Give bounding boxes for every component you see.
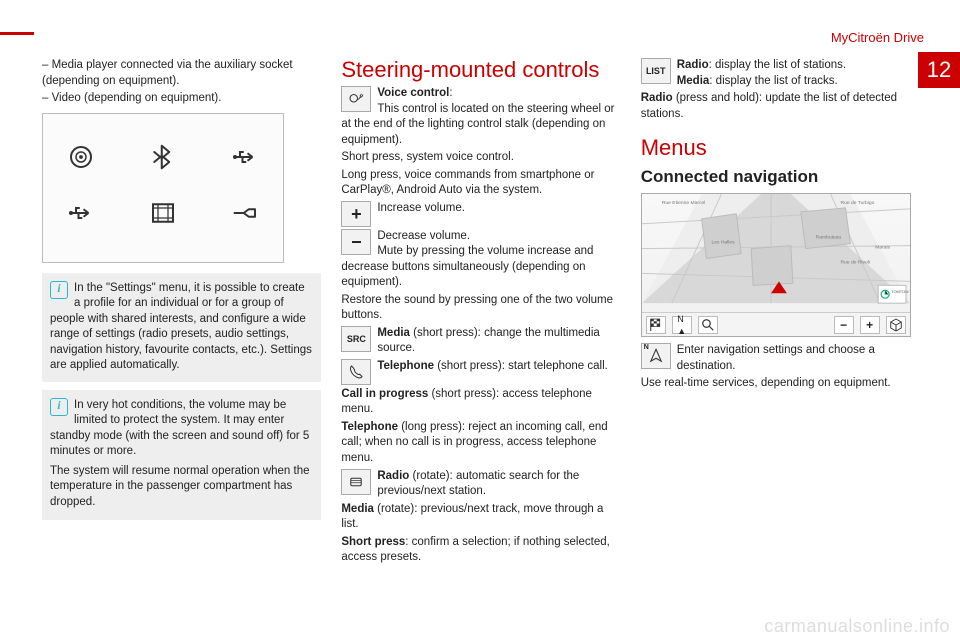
phone-line: Telephone (short press): start telephone…: [341, 359, 620, 385]
usb-icon: [225, 142, 265, 178]
vol-down-line: − Decrease volume. Mute by pressing the …: [341, 229, 620, 291]
bullet-item: – Media player connected via the auxilia…: [42, 58, 321, 89]
svg-text:TOMTOM TRAFFIC: TOMTOM TRAFFIC: [891, 289, 910, 294]
svg-text:Rue de Rivoli: Rue de Rivoli: [840, 260, 869, 266]
dial-icon: [341, 469, 371, 495]
radio-label: Radio: [377, 470, 409, 482]
svg-text:Marais: Marais: [875, 245, 890, 251]
call-label: Call in progress: [341, 388, 428, 400]
media2-text: (rotate): previous/next track, move thro…: [341, 503, 603, 531]
view-3d-icon[interactable]: [886, 316, 906, 334]
tel2-label: Telephone: [341, 421, 398, 433]
nav-right-group: − +: [834, 316, 906, 334]
plus-icon: +: [341, 201, 371, 227]
media-sources-panel: [42, 113, 284, 263]
nav-footer-text: Use real-time services, depending on equ…: [641, 376, 934, 392]
columns: – Media player connected via the auxilia…: [42, 58, 934, 568]
info-box-settings: i In the "Settings" menu, it is possible…: [42, 273, 321, 382]
disc-icon: [61, 142, 101, 178]
voice-body: Short press, system voice control.: [341, 150, 620, 166]
phone-icon: [341, 359, 371, 385]
panel-row: [61, 198, 265, 234]
list-radio-label: Radio: [677, 59, 709, 71]
tel-text: (short press): start telephone call.: [434, 360, 608, 372]
info-text: The system will resume normal operation …: [50, 464, 313, 511]
mute-text: Mute by pressing the volume increase and…: [341, 245, 593, 288]
page: MyCitroën Drive 12 – Media player connec…: [0, 0, 960, 640]
info-icon: i: [50, 281, 68, 299]
nav-settings-text: Enter navigation settings and choose a d…: [677, 344, 875, 372]
accent-bar: [0, 32, 34, 35]
media-label: Media: [377, 327, 410, 339]
zoom-out-icon[interactable]: −: [834, 316, 854, 334]
vol-down-text: Decrease volume.: [377, 230, 470, 242]
connected-nav-heading: Connected navigation: [641, 166, 934, 189]
nav-settings-line: N Enter navigation settings and choose a…: [641, 343, 934, 374]
bluetooth-icon: [143, 142, 183, 178]
list-media-label: Media: [677, 75, 710, 87]
video-icon: [143, 198, 183, 234]
chapter-badge: 12: [918, 52, 960, 88]
search-icon[interactable]: [698, 316, 718, 334]
info-box-hot: i In very hot conditions, the volume may…: [42, 390, 321, 521]
restore-text: Restore the sound by pressing one of the…: [341, 293, 620, 324]
compass-icon[interactable]: N▲: [672, 316, 692, 334]
svg-text:Rue Etienne Marcel: Rue Etienne Marcel: [662, 200, 706, 206]
nav-arrow-icon: N: [641, 343, 671, 369]
menus-heading: Menus: [641, 136, 934, 160]
voice-body: Long press, voice commands from smartpho…: [341, 168, 620, 199]
column-3: LIST Radio: display the list of stations…: [641, 58, 934, 568]
vol-up-text: Increase volume.: [377, 202, 465, 214]
tel-label: Telephone: [377, 360, 434, 372]
bullet-item: – Video (depending on equipment).: [42, 91, 321, 107]
svg-text:Rambuteau: Rambuteau: [815, 235, 841, 241]
panel-row: [61, 142, 265, 178]
voice-control-block: Voice control: This control is located o…: [341, 86, 620, 148]
nav-toolbar: N▲ − +: [642, 312, 910, 336]
svg-text:Les Halles: Les Halles: [711, 240, 735, 246]
radio-hold-text: (press and hold): update the list of det…: [641, 92, 897, 120]
voice-body: This control is located on the steering …: [341, 103, 614, 146]
svg-text:Rue de Turbigo: Rue de Turbigo: [840, 200, 874, 206]
dial-line: Radio (rotate): automatic search for the…: [341, 469, 620, 500]
list-icon: LIST: [641, 58, 671, 84]
short-label: Short press: [341, 536, 405, 548]
src-line: SRC Media (short press): change the mult…: [341, 326, 620, 357]
flag-icon[interactable]: [646, 316, 666, 334]
minus-icon: −: [341, 229, 371, 255]
section-heading: Steering-mounted controls: [341, 58, 620, 82]
list-media-text: : display the list of tracks.: [709, 75, 837, 87]
column-2: Steering-mounted controls Voice control:…: [341, 58, 620, 568]
header-brand: MyCitroën Drive: [831, 30, 924, 45]
nav-screenshot: Rue Etienne Marcel Rue de Turbigo Les Ha…: [641, 193, 911, 337]
zoom-in-icon[interactable]: +: [860, 316, 880, 334]
info-text: In very hot conditions, the volume may b…: [50, 399, 309, 458]
watermark: carmanualsonline.info: [764, 616, 950, 637]
column-1: – Media player connected via the auxilia…: [42, 58, 321, 568]
nav-left-group: N▲: [646, 316, 718, 334]
info-icon: i: [50, 398, 68, 416]
voice-icon: [341, 86, 371, 112]
aux-icon: [225, 198, 265, 234]
radio-hold-label: Radio: [641, 92, 673, 104]
src-icon: SRC: [341, 326, 371, 352]
media-text: (short press): change the multimedia sou…: [377, 327, 599, 355]
info-text: In the "Settings" menu, it is possible t…: [50, 282, 312, 372]
list-radio-text: : display the list of stations.: [709, 59, 846, 71]
vol-up-line: + Increase volume.: [341, 201, 620, 227]
voice-label: Voice control: [377, 87, 449, 99]
list-line: LIST Radio: display the list of stations…: [641, 58, 934, 89]
media2-label: Media: [341, 503, 374, 515]
usb-icon: [61, 198, 101, 234]
